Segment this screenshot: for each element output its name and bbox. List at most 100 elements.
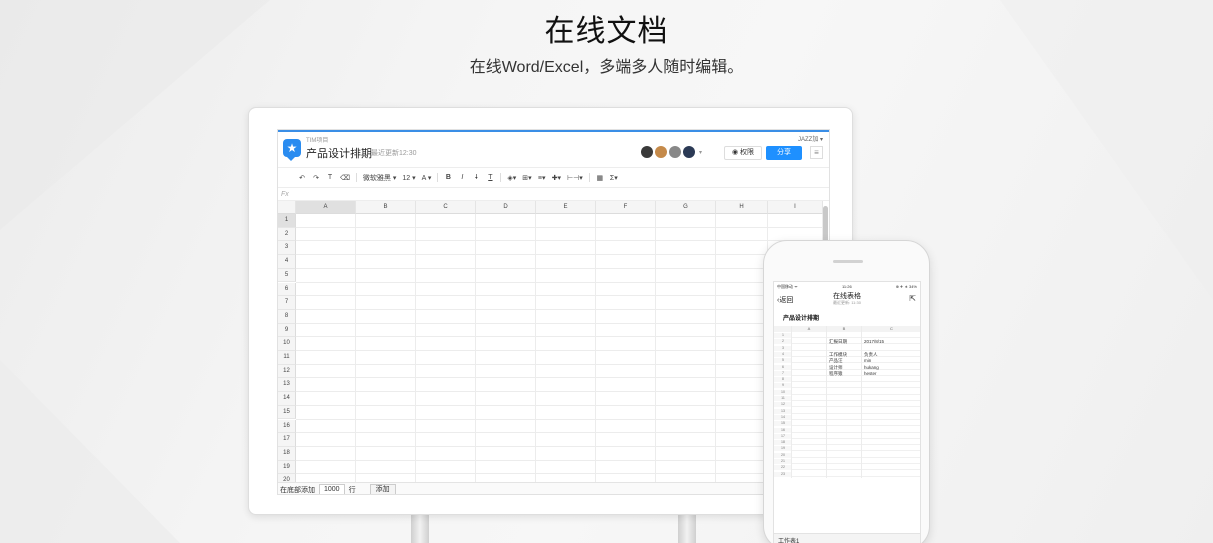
sheet-tab[interactable]: 工作表1 (774, 533, 920, 543)
row-header[interactable]: 3 (278, 241, 296, 256)
clear-format-icon[interactable]: ⌫ (340, 174, 350, 182)
column-header[interactable]: D (476, 201, 536, 214)
table-cell[interactable]: 2017/8/15 (862, 339, 884, 344)
table-cell[interactable]: 程序猿 (827, 371, 843, 376)
tim-logo-icon[interactable]: ★ (283, 139, 301, 161)
chevron-down-icon[interactable]: ▾ (699, 149, 702, 156)
table-row[interactable]: 6 设计师 hukang (774, 364, 920, 370)
table-cell[interactable]: hukang (862, 365, 879, 370)
table-row[interactable]: 5 产品汪 min (774, 358, 920, 364)
row-header[interactable]: 8 (278, 309, 296, 324)
row-header[interactable]: 4 (278, 255, 296, 269)
table-row[interactable]: 12 (774, 402, 920, 408)
column-header[interactable]: A (296, 201, 356, 214)
row-header[interactable]: 9 (278, 323, 296, 338)
font-select[interactable]: 微软雅黑 ▾ (363, 173, 396, 183)
formula-bar[interactable]: Fx (278, 188, 829, 201)
valign-icon[interactable]: ✚▾ (552, 174, 561, 182)
row-header[interactable]: 1 (278, 214, 296, 228)
collaborator-avatars[interactable]: ▾ (641, 146, 702, 158)
table-row[interactable]: 15 (774, 421, 920, 427)
merge-icon[interactable]: ⊢⊣▾ (567, 174, 583, 182)
share-icon[interactable]: ⇱ (909, 294, 916, 303)
table-cell[interactable]: 工作模块 (827, 352, 847, 357)
redo-icon[interactable]: ↷ (312, 174, 320, 182)
table-row[interactable]: 8 (774, 377, 920, 383)
column-header[interactable]: G (656, 201, 716, 214)
table-cell[interactable]: 产品汪 (827, 358, 843, 363)
table-row[interactable]: 2 汇报日期 2017/8/15 (774, 339, 920, 345)
sum-icon[interactable]: Σ▾ (610, 174, 618, 182)
table-row[interactable]: 11 (774, 396, 920, 401)
row-header[interactable]: 13 (278, 378, 296, 393)
permission-button[interactable]: ◉ 权限 (724, 146, 762, 160)
column-header[interactable]: E (536, 201, 596, 214)
row-header[interactable]: 7 (278, 296, 296, 310)
add-rows-button[interactable]: 添加 (369, 484, 396, 494)
row-header[interactable]: 2 (278, 227, 296, 242)
column-header[interactable]: H (716, 201, 768, 214)
row-header[interactable]: 15 (278, 405, 296, 420)
table-row[interactable]: 7 程序猿 hester (774, 370, 920, 376)
vertical-scrollbar[interactable] (823, 206, 828, 244)
document-title[interactable]: 产品设计排期 (306, 145, 372, 161)
row-count-input[interactable]: 1000 (319, 484, 345, 494)
row-header[interactable]: 6 (278, 282, 296, 297)
column-header[interactable]: C (416, 201, 476, 214)
table-row[interactable]: 20 (774, 452, 920, 458)
table-row[interactable]: 1 (774, 333, 920, 338)
table-cell[interactable]: hester (862, 371, 877, 376)
row-header[interactable]: 17 (278, 433, 296, 447)
table-row[interactable]: 23 (774, 471, 920, 477)
row-header[interactable]: 14 (278, 392, 296, 406)
row-header[interactable]: 10 (278, 337, 296, 351)
row-header[interactable]: 5 (278, 268, 296, 283)
table-row[interactable]: 10 (774, 389, 920, 395)
format-painter-icon[interactable]: T (326, 174, 334, 181)
user-menu[interactable]: JAZZ加 ▾ (798, 134, 823, 143)
avatar[interactable] (641, 146, 653, 158)
undo-icon[interactable]: ↶ (298, 174, 306, 182)
avatar[interactable] (683, 146, 695, 158)
avatar[interactable] (669, 146, 681, 158)
share-button[interactable]: 分享 (766, 146, 802, 160)
table-row[interactable]: 13 (774, 408, 920, 414)
table-row[interactable]: 3 (774, 345, 920, 351)
column-header[interactable]: B (356, 201, 416, 214)
table-row[interactable]: 17 (774, 433, 920, 439)
select-all-corner[interactable] (774, 326, 792, 332)
underline-icon[interactable]: T (486, 174, 494, 181)
strikethrough-icon[interactable]: I (472, 174, 480, 181)
row-header[interactable]: 19 (278, 460, 296, 475)
column-header[interactable]: C (862, 326, 920, 332)
table-cell[interactable]: 负责人 (862, 352, 878, 357)
table-row[interactable]: 19 (774, 446, 920, 452)
menu-icon[interactable]: ≡ (810, 146, 823, 159)
row-header[interactable]: 18 (278, 446, 296, 461)
column-header[interactable]: F (596, 201, 656, 214)
font-color-icon[interactable]: A ▾ (422, 174, 432, 182)
table-row[interactable]: 16 (774, 427, 920, 433)
table-row[interactable]: 21 (774, 459, 920, 464)
table-cell[interactable]: min (862, 358, 871, 363)
table-cell[interactable]: 汇报日期 (827, 339, 847, 344)
table-row[interactable]: 9 (774, 383, 920, 389)
avatar[interactable] (655, 146, 667, 158)
table-row[interactable]: 22 (774, 465, 920, 471)
column-header[interactable]: A (792, 326, 827, 332)
font-size-select[interactable]: 12 ▾ (402, 174, 415, 182)
fill-color-icon[interactable]: ◈▾ (507, 174, 516, 182)
border-icon[interactable]: ⊞▾ (522, 174, 531, 182)
column-header[interactable]: B (827, 326, 862, 332)
row-header[interactable]: 12 (278, 364, 296, 379)
table-row[interactable]: 18 (774, 440, 920, 446)
table-cell[interactable]: 设计师 (827, 365, 843, 370)
table-row[interactable]: 14 (774, 414, 920, 420)
row-header[interactable]: 11 (278, 351, 296, 365)
align-icon[interactable]: ≡▾ (538, 174, 546, 182)
italic-icon[interactable]: I (458, 174, 466, 181)
table-row[interactable]: 4 工作模块 负责人 (774, 351, 920, 357)
table-icon[interactable]: ▦ (596, 174, 604, 182)
column-header[interactable]: I (768, 201, 823, 214)
bold-icon[interactable]: B (444, 174, 452, 181)
